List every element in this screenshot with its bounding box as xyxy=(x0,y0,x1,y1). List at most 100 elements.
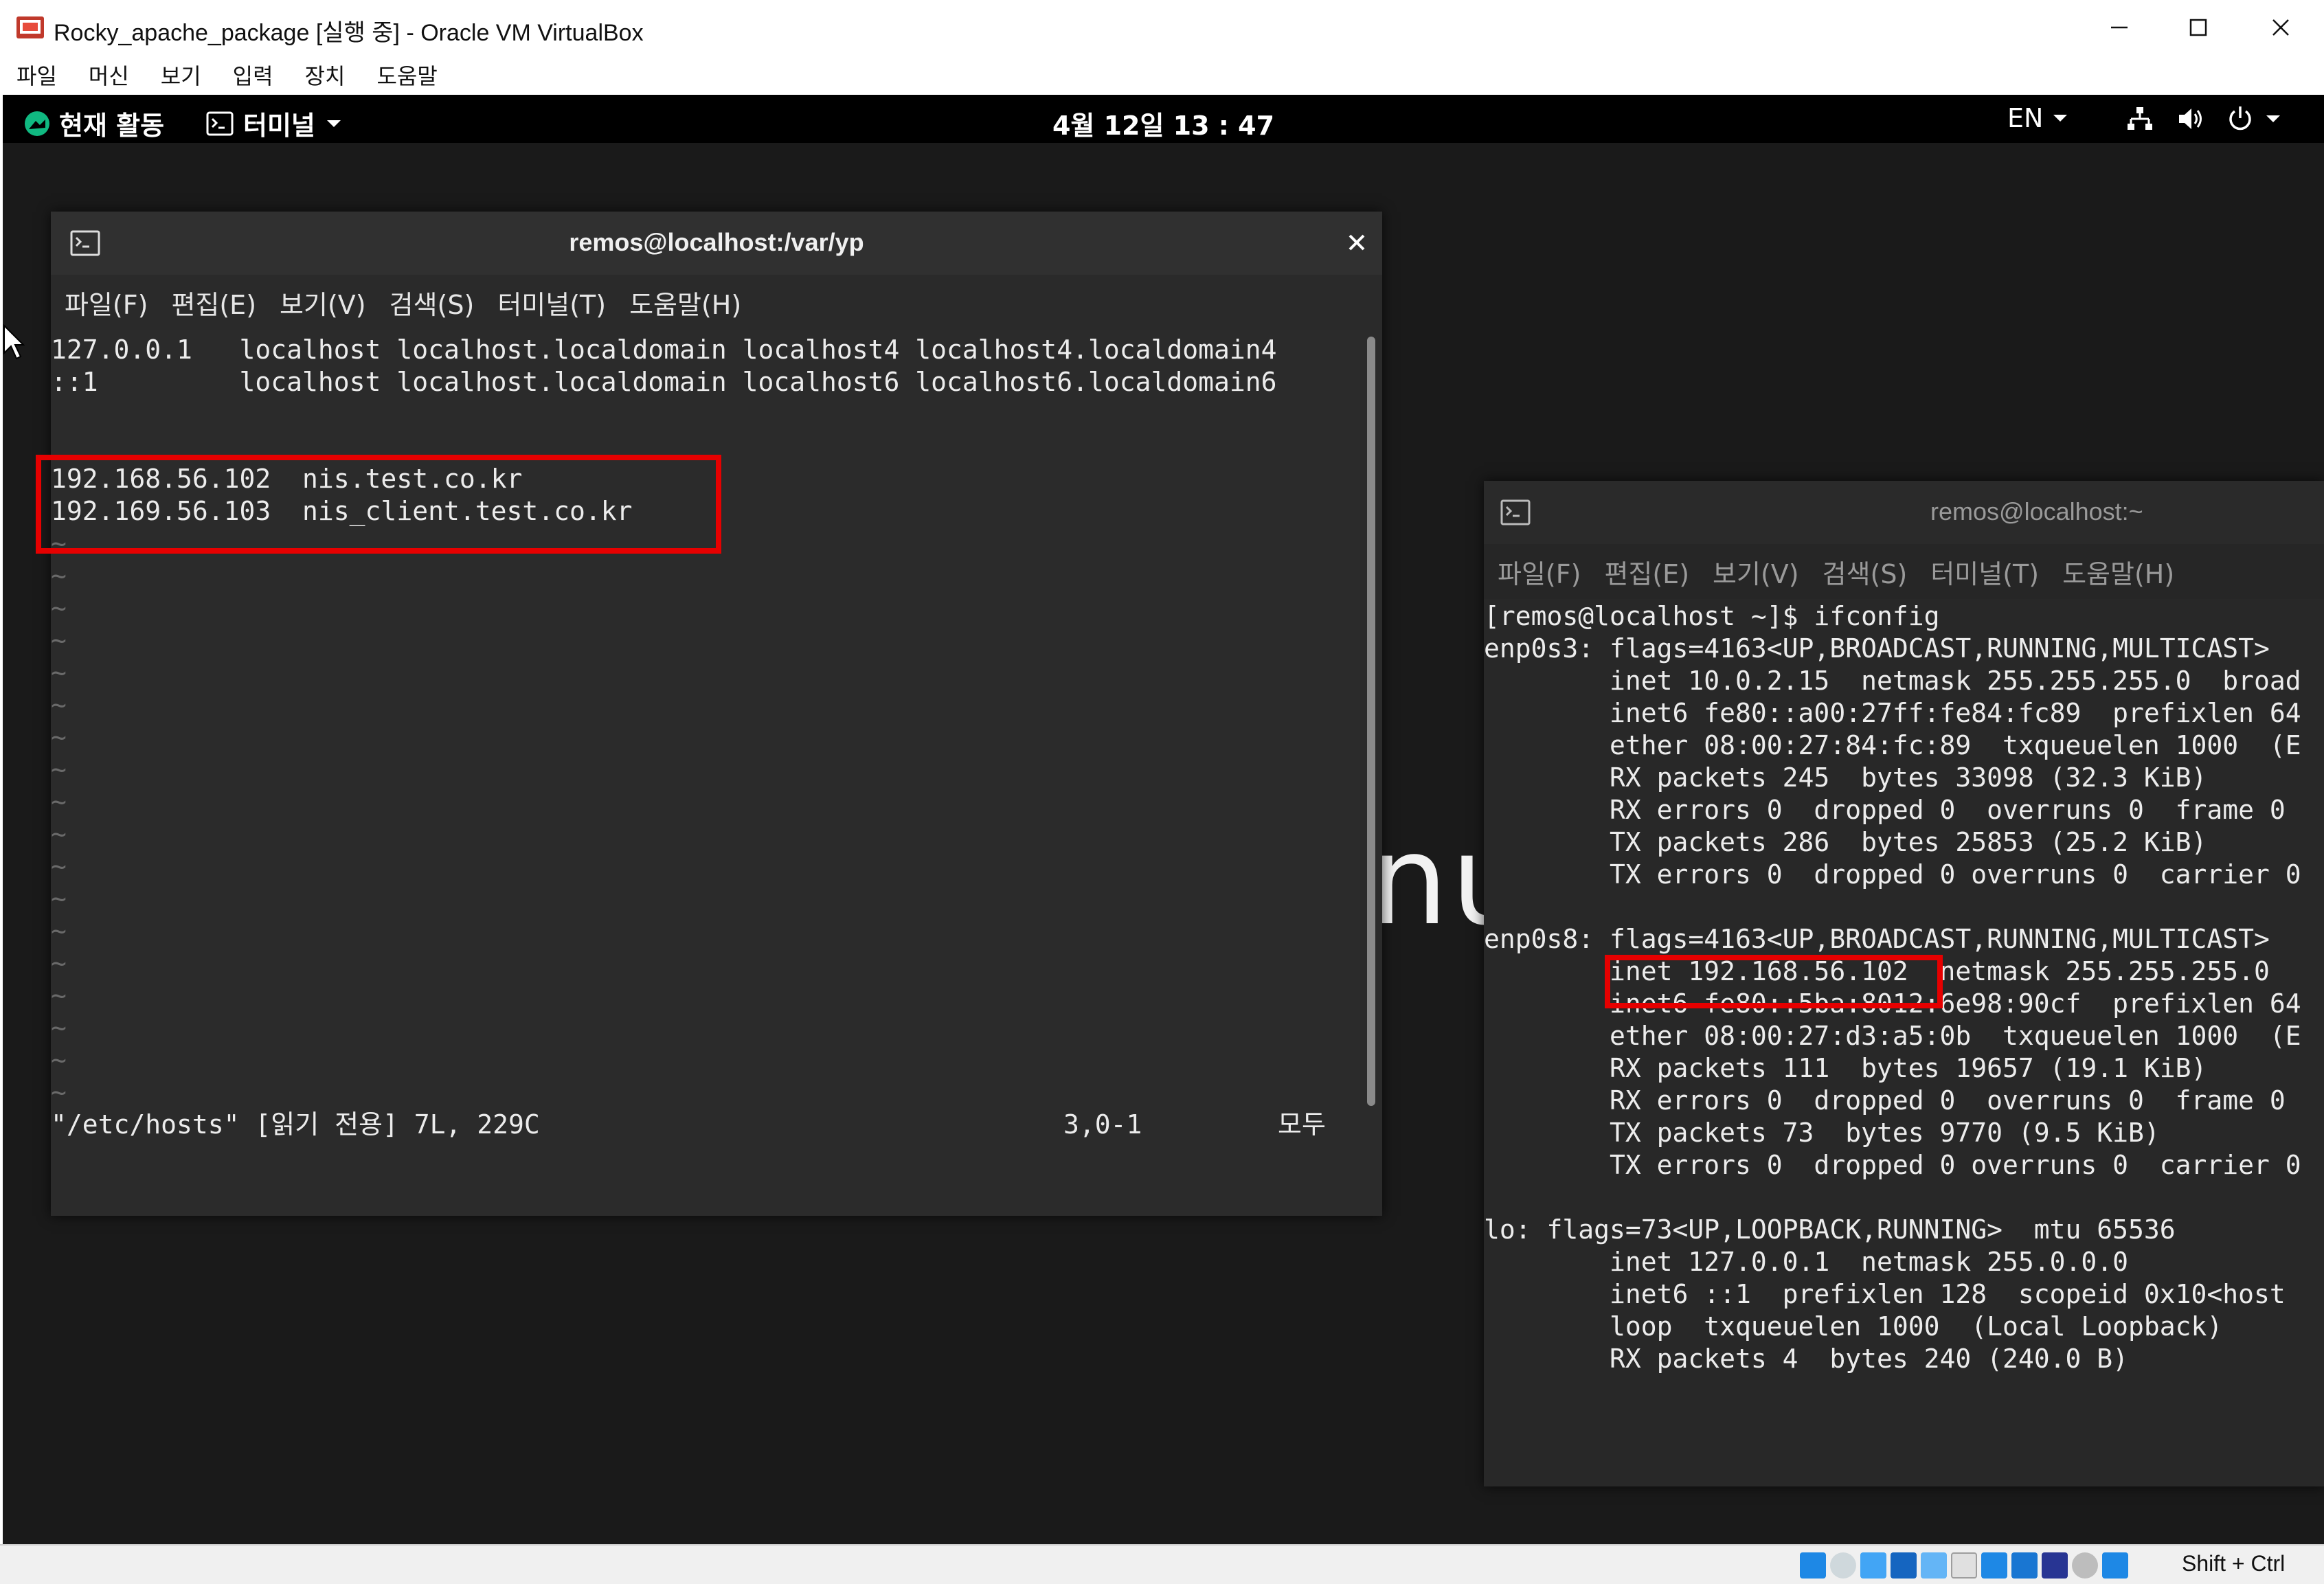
terminal-line: TX errors 0 dropped 0 overruns 0 carrier… xyxy=(1484,1150,2301,1180)
minimize-button[interactable] xyxy=(2082,7,2157,48)
terminal-line: TX packets 286 bytes 25853 (25.2 KiB) xyxy=(1484,827,2207,857)
highlight-box-hosts-entries xyxy=(36,455,721,554)
status-icons xyxy=(1800,1552,2132,1579)
vim-empty-line-marker: ~ xyxy=(51,657,67,688)
terminal-menu-edit[interactable]: 편집(E) xyxy=(1604,553,1689,591)
host-menu-help[interactable]: 도움말 xyxy=(376,59,437,91)
audio-icon[interactable] xyxy=(1860,1552,1886,1579)
video-capture-icon[interactable] xyxy=(2011,1552,2038,1579)
vim-empty-line-marker: ~ xyxy=(51,754,67,784)
host-menu-file[interactable]: 파일 xyxy=(16,59,57,91)
vim-empty-line-marker: ~ xyxy=(51,1012,67,1043)
shared-folder-icon[interactable] xyxy=(1951,1552,1977,1579)
terminal-header[interactable]: remos@localhost:~ xyxy=(1484,481,2324,544)
terminal-line: RX packets 245 bytes 33098 (32.3 KiB) xyxy=(1484,762,2207,793)
host-menu-input[interactable]: 입력 xyxy=(233,59,273,91)
host-key-indicator[interactable]: Shift + Ctrl xyxy=(2182,1551,2285,1576)
terminal-title: remos@localhost:/var/yp xyxy=(569,228,864,256)
terminal-menu-help[interactable]: 도움말(H) xyxy=(2062,553,2174,591)
terminal-menu-file[interactable]: 파일(F) xyxy=(1498,553,1581,591)
terminal-menu-search[interactable]: 검색(S) xyxy=(1823,553,1908,591)
vim-status-file-info: "/etc/hosts" [읽기 전용] 7L, 229C xyxy=(51,1109,540,1140)
cpu-activity-icon[interactable] xyxy=(2072,1552,2098,1579)
virtualization-icon[interactable] xyxy=(2042,1552,2068,1579)
terminal-menu-help[interactable]: 도움말(H) xyxy=(629,284,741,321)
terminal-scrollbar[interactable] xyxy=(1367,337,1375,1106)
vim-empty-line-marker: ~ xyxy=(51,948,67,978)
terminal-line: enp0s3: flags=4163<UP,BROADCAST,RUNNING,… xyxy=(1484,633,2270,664)
terminal-line: ether 08:00:27:d3:a5:0b txqueuelen 1000 … xyxy=(1484,1021,2301,1051)
vim-empty-line-marker: ~ xyxy=(51,916,67,946)
system-tray[interactable] xyxy=(2125,104,2282,133)
terminal-line: 127.0.0.1 localhost localhost.localdomai… xyxy=(51,335,1277,365)
terminal-line: RX errors 0 dropped 0 overruns 0 frame 0 xyxy=(1484,795,2286,825)
chevron-down-icon xyxy=(326,120,341,127)
vim-empty-line-marker: ~ xyxy=(51,980,67,1010)
network-icon xyxy=(2128,107,2152,130)
volume-icon xyxy=(2179,109,2202,129)
terminal-line: RX packets 111 bytes 19657 (19.1 KiB) xyxy=(1484,1053,2207,1083)
host-menubar: 파일 머신 보기 입력 장치 도움말 xyxy=(0,55,2324,95)
terminal-menu-view[interactable]: 보기(V) xyxy=(280,284,366,321)
input-language-indicator[interactable]: EN xyxy=(2007,103,2069,133)
gnome-top-bar: 현재 활동 터미널 4월 12일 13 : 47 EN xyxy=(3,95,2324,143)
vim-empty-line-marker: ~ xyxy=(51,561,67,591)
terminal-line: enp0s8: flags=4163<UP,BROADCAST,RUNNING,… xyxy=(1484,924,2270,954)
terminal-menu-terminal[interactable]: 터미널(T) xyxy=(1930,553,2039,591)
terminal-line: inet6 fe80::a00:27ff:fe84:fc89 prefixlen… xyxy=(1484,698,2301,728)
vim-empty-line-marker: ~ xyxy=(51,690,67,720)
close-icon[interactable] xyxy=(1346,232,1367,253)
terminal-menu-edit[interactable]: 편집(E) xyxy=(171,284,256,321)
host-menu-view[interactable]: 보기 xyxy=(161,59,201,91)
network-adapter-icon[interactable] xyxy=(1891,1552,1917,1579)
host-titlebar: Rocky_apache_package [실행 중] - Oracle VM … xyxy=(0,0,2324,55)
vim-empty-line-marker: ~ xyxy=(51,883,67,914)
close-icon xyxy=(2272,19,2289,36)
terminal-line: ether 08:00:27:84:fc:89 txqueuelen 1000 … xyxy=(1484,730,2301,760)
terminal-icon xyxy=(206,111,234,135)
maximize-icon xyxy=(2189,19,2207,36)
mouse-integration-icon[interactable] xyxy=(2102,1552,2128,1579)
activities-button[interactable]: 현재 활동 xyxy=(23,104,164,142)
terminal-menu-view[interactable]: 보기(V) xyxy=(1713,553,1799,591)
activities-label: 현재 활동 xyxy=(59,111,165,141)
display-icon[interactable] xyxy=(1981,1552,2007,1579)
terminal-line: inet 10.0.2.15 netmask 255.255.255.0 bro… xyxy=(1484,666,2301,696)
vim-status-cursor-position: 3,0-1 xyxy=(1063,1109,1142,1140)
guest-screen[interactable]: 현재 활동 터미널 4월 12일 13 : 47 EN remos@localh… xyxy=(3,95,2324,1544)
terminal-line: TX packets 73 bytes 9770 (9.5 KiB) xyxy=(1484,1118,2160,1148)
terminal-title: remos@localhost:~ xyxy=(1930,497,2143,525)
minimize-icon xyxy=(2111,26,2128,29)
host-menu-devices[interactable]: 장치 xyxy=(305,59,346,91)
hard-disk-icon[interactable] xyxy=(1800,1552,1826,1579)
vim-empty-line-marker: ~ xyxy=(51,625,67,655)
vim-empty-line-marker: ~ xyxy=(51,722,67,752)
terminal-line: TX errors 0 dropped 0 overruns 0 carrier… xyxy=(1484,859,2301,890)
vim-empty-line-marker: ~ xyxy=(51,1077,67,1107)
app-menu-terminal[interactable]: 터미널 xyxy=(206,104,343,142)
terminal-menubar: 파일(F) 편집(E) 보기(V) 검색(S) 터미널(T) 도움말(H) xyxy=(51,275,1382,330)
clock[interactable]: 4월 12일 13 : 47 xyxy=(1052,111,1274,141)
vim-status-scroll: 모두 xyxy=(1278,1109,1326,1140)
close-window-button[interactable] xyxy=(2243,7,2319,48)
usb-icon[interactable] xyxy=(1921,1552,1947,1579)
vim-empty-line-marker: ~ xyxy=(51,593,67,623)
host-status-bar: Shift + Ctrl xyxy=(0,1544,2324,1584)
terminal-window-hosts[interactable]: remos@localhost:/var/yp 파일(F) 편집(E) 보기(V… xyxy=(51,212,1382,1216)
vim-empty-line-marker: ~ xyxy=(51,851,67,881)
language-label: EN xyxy=(2007,103,2044,133)
rocky-logo-icon xyxy=(25,111,49,136)
maximize-button[interactable] xyxy=(2161,7,2236,48)
terminal-text-area[interactable]: [remos@localhost ~]$ ifconfig enp0s3: fl… xyxy=(1484,599,2324,1486)
terminal-header[interactable]: remos@localhost:/var/yp xyxy=(51,212,1382,275)
virtualbox-app-icon xyxy=(16,16,44,38)
host-window-title: Rocky_apache_package [실행 중] - Oracle VM … xyxy=(54,20,644,46)
terminal-menu-terminal[interactable]: 터미널(T) xyxy=(497,284,606,321)
host-menu-machine[interactable]: 머신 xyxy=(89,59,129,91)
optical-drive-icon[interactable] xyxy=(1830,1552,1856,1579)
terminal-line: inet6 ::1 prefixlen 128 scopeid 0x10<hos… xyxy=(1484,1279,2286,1309)
terminal-menu-file[interactable]: 파일(F) xyxy=(65,284,148,321)
vim-empty-line-marker: ~ xyxy=(51,1045,67,1075)
terminal-menu-search[interactable]: 검색(S) xyxy=(390,284,475,321)
terminal-line: loop txqueuelen 1000 (Local Loopback) xyxy=(1484,1311,2223,1342)
